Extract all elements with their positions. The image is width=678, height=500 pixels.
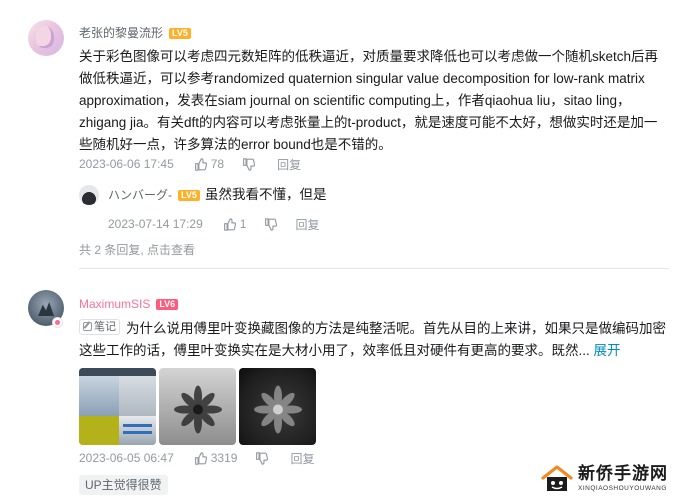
thumbs-up-icon xyxy=(223,217,236,231)
reply-button[interactable]: 回复 xyxy=(277,156,301,173)
flower-icon xyxy=(253,385,302,433)
house-logo-icon xyxy=(541,465,573,491)
level-badge: LV6 xyxy=(156,299,179,310)
level-badge: LV5 xyxy=(169,28,191,39)
reply-button[interactable]: 回复 xyxy=(290,450,314,467)
watermark-title: 新侨手游网 xyxy=(578,464,668,483)
reply-text: 虽然我看不懂，但是 xyxy=(205,187,327,202)
reply-username-text[interactable]: ハンバーグ- xyxy=(108,188,172,202)
like-button[interactable]: 3319 xyxy=(194,451,238,465)
like-count: 78 xyxy=(210,157,225,171)
expand-link[interactable]: 展开 xyxy=(594,343,621,358)
like-button[interactable]: 78 xyxy=(194,157,224,171)
image-thumbnail[interactable] xyxy=(159,368,236,445)
image-thumbnail[interactable] xyxy=(239,368,316,445)
reply-dislike-button[interactable] xyxy=(264,217,278,231)
image-gallery xyxy=(79,368,316,445)
avatar-badge-icon xyxy=(52,317,63,328)
avatar[interactable] xyxy=(28,20,64,56)
reply-count-text: 共 2 条回复, xyxy=(79,243,144,257)
comment-text: 笔记 为什么说用傅里叶变换藏图像的方法是纯整活呢。首先从目的上来讲，如果只是做编码… xyxy=(79,318,669,362)
flower-icon xyxy=(173,385,222,433)
site-watermark: 新侨手游网 XINQIAOSHOUYOUWANG xyxy=(540,462,670,496)
comment-meta: 2023-06-05 06:47 3319 回复 xyxy=(79,449,332,467)
comment-meta: 2023-06-06 17:45 78 回复 xyxy=(79,155,319,173)
view-replies-link[interactable]: 点击查看 xyxy=(147,243,195,257)
thumbs-down-icon xyxy=(265,217,278,231)
like-count: 3319 xyxy=(210,451,238,465)
reply-meta: 2023-07-14 17:29 1 回复 xyxy=(108,215,319,233)
reply-like-button[interactable]: 1 xyxy=(223,217,247,231)
thumbs-up-icon xyxy=(194,157,207,171)
reply-time: 2023-07-14 17:29 xyxy=(108,217,203,231)
note-tag-label: 笔记 xyxy=(94,320,116,333)
thumbs-down-icon xyxy=(256,451,269,465)
reply-username[interactable]: ハンバーグ- LV5 xyxy=(108,187,200,203)
reply-count: 共 2 条回复, 点击查看 xyxy=(79,241,195,258)
username-text[interactable]: 老张的黎曼流形 xyxy=(79,26,163,40)
level-badge: LV5 xyxy=(178,190,200,201)
comment-text-body: 为什么说用傅里叶变换藏图像的方法是纯整活呢。首先从目的上来讲，如果只是做编码加密… xyxy=(79,321,666,358)
username[interactable]: 老张的黎曼流形 LV5 xyxy=(79,25,191,41)
reply-reply-button[interactable]: 回复 xyxy=(295,216,319,233)
image-thumbnail[interactable] xyxy=(79,368,156,445)
dislike-button[interactable] xyxy=(242,157,259,171)
comment-text: 关于彩色图像可以考虑四元数矩阵的低秩逼近，对质量要求降低也可以考虑做一个随机sk… xyxy=(79,49,659,152)
comment-time: 2023-06-05 06:47 xyxy=(79,451,174,465)
divider xyxy=(79,268,669,269)
note-icon xyxy=(83,322,92,331)
thumbs-up-icon xyxy=(194,451,207,465)
username-text[interactable]: MaximumSIS xyxy=(79,297,150,311)
note-tag: 笔记 xyxy=(79,318,120,335)
thumbs-down-icon xyxy=(243,157,256,171)
up-liked-tag: UP主觉得很赞 xyxy=(79,475,168,495)
like-count: 1 xyxy=(239,217,247,231)
username[interactable]: MaximumSIS LV6 xyxy=(79,296,179,312)
watermark-subtitle: XINQIAOSHOUYOUWANG xyxy=(578,485,667,492)
dislike-button[interactable] xyxy=(255,451,272,465)
comment-time: 2023-06-06 17:45 xyxy=(79,157,174,171)
reply-avatar[interactable] xyxy=(79,185,99,205)
